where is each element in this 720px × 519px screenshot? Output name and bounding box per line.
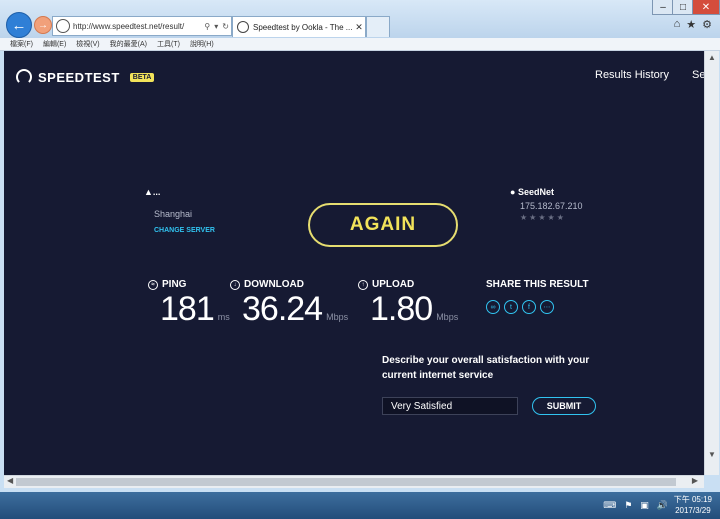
address-bar[interactable]: http://www.speedtest.net/result/ ⚲ ▾ ↻ [52,16,232,36]
menu-bar: 檔案(F) 編輯(E) 檢視(V) 我的最愛(A) 工具(T) 說明(H) [0,38,720,51]
facebook-icon[interactable]: f [522,300,536,314]
isp-info: ● SeedNet 175.182.67.210 ★★★★★ [510,187,583,222]
maximize-button[interactable]: □ [672,0,694,15]
survey-question: Describe your overall satisfaction with … [382,355,590,381]
browser-right-icons: ⌂ ★ ⚙ [674,18,712,31]
clock-date: 2017/3/29 [675,506,711,515]
submit-button[interactable]: SUBMIT [532,397,596,415]
change-server-link[interactable]: CHANGE SERVER [154,227,215,234]
dropdown-icon[interactable]: ▾ [214,22,218,31]
site-icon [56,19,70,33]
server-city: Shanghai [154,209,193,219]
tab-title: Speedtest by Ookla - The ... [253,22,353,32]
satisfaction-survey: Describe your overall satisfaction with … [382,353,612,415]
settings-link[interactable]: Se [692,69,704,81]
address-url[interactable]: http://www.speedtest.net/result/ [73,22,202,31]
satisfaction-select[interactable]: Very Satisfied [382,397,518,415]
upload-icon: ↑ [358,279,368,290]
speedtest-page: SPEEDTEST BETA Results History Se ▲... S… [4,51,704,475]
menu-edit[interactable]: 編輯(E) [43,39,66,49]
close-button[interactable]: ✕ [692,0,720,15]
menu-help[interactable]: 說明(H) [190,39,214,49]
upload-metric: ↑ UPLOAD 1.80 Mbps [358,279,458,329]
horizontal-scrollbar[interactable]: ◀ ▶ [4,475,704,488]
arrow-left-icon: ← [11,16,27,34]
browser-window: ← → http://www.speedtest.net/result/ ⚲ ▾… [0,0,720,492]
scroll-right-icon[interactable]: ▶ [692,476,698,485]
taskbar-clock[interactable]: 下午 05:19 2017/3/29 [674,494,712,516]
scroll-down-icon[interactable]: ▼ [708,450,716,459]
new-tab-button[interactable] [366,16,390,37]
tab-close-icon[interactable]: ✕ [353,22,365,33]
keyboard-icon[interactable]: ⌨ [603,500,616,511]
isp-name: SeedNet [517,187,554,197]
download-label: DOWNLOAD [244,279,304,290]
download-metric: ↓ DOWNLOAD 36.24 Mbps [230,279,348,329]
tab-site-icon [237,21,249,33]
menu-file[interactable]: 檔案(F) [10,39,33,49]
volume-icon[interactable]: 🔊 [657,500,668,511]
vertical-scrollbar[interactable]: ▲ ▼ [704,51,719,475]
ping-label: PING [162,279,187,290]
isp-rating-stars[interactable]: ★★★★★ [520,213,583,222]
more-icon[interactable]: ⋯ [540,300,554,314]
speedometer-icon [16,69,32,85]
close-icon: ✕ [701,1,711,13]
server-globe-icon: ▲ [144,187,153,197]
horizontal-scroll-thumb[interactable] [16,478,676,486]
again-button[interactable]: AGAIN [308,203,458,247]
user-icon: ● [510,187,516,197]
ping-icon: ≈ [148,279,158,290]
tab-speedtest[interactable]: Speedtest by Ookla - The ... ✕ [232,16,366,37]
share-section: SHARE THIS RESULT ∞ t f ⋯ [486,279,589,314]
menu-view[interactable]: 檢視(V) [76,39,99,49]
clock-time: 下午 05:19 [673,495,712,504]
windows-taskbar: ⌨ ⚑ ▣ 🔊 下午 05:19 2017/3/29 [0,492,720,519]
maximize-icon: □ [679,1,687,13]
link-icon[interactable]: ∞ [486,300,500,314]
share-label: SHARE THIS RESULT [486,279,589,290]
scroll-left-icon[interactable]: ◀ [7,476,13,485]
twitter-icon[interactable]: t [504,300,518,314]
home-icon[interactable]: ⌂ [674,18,681,31]
upload-value: 1.80 [370,290,433,328]
ping-value: 181 [160,290,215,328]
forward-button[interactable]: → [34,16,52,34]
system-tray: ⌨ ⚑ ▣ 🔊 [603,500,668,511]
logo-text: SPEEDTEST [38,69,120,85]
refresh-icon[interactable]: ↻ [222,22,229,31]
upload-label: UPLOAD [372,279,415,290]
favorites-star-icon[interactable]: ★ [686,18,696,31]
ping-metric: ≈ PING 181 ms [148,279,230,329]
speedtest-logo[interactable]: SPEEDTEST BETA [16,69,155,85]
settings-gear-icon[interactable]: ⚙ [702,18,712,31]
download-unit: Mbps [326,312,349,322]
server-name: ... [152,187,161,197]
arrow-right-icon: → [38,19,48,31]
server-info: ▲... Shanghai CHANGE SERVER [144,187,215,234]
menu-tools[interactable]: 工具(T) [157,39,180,49]
scroll-up-icon[interactable]: ▲ [708,53,716,62]
search-icon[interactable]: ⚲ [204,22,210,31]
download-icon: ↓ [230,279,240,290]
network-icon[interactable]: ▣ [640,500,649,511]
upload-unit: Mbps [436,312,459,322]
menu-favorites[interactable]: 我的最愛(A) [110,39,147,49]
flag-icon[interactable]: ⚑ [624,500,632,511]
back-button[interactable]: ← [6,12,32,38]
ping-unit: ms [217,312,230,322]
browser-toolbar: ← → http://www.speedtest.net/result/ ⚲ ▾… [0,0,720,38]
minimize-icon: – [660,1,666,13]
isp-ip: 175.182.67.210 [520,201,583,211]
results-history-link[interactable]: Results History [595,69,669,81]
minimize-button[interactable]: – [652,0,674,15]
beta-badge: BETA [129,72,155,82]
download-value: 36.24 [242,290,323,328]
